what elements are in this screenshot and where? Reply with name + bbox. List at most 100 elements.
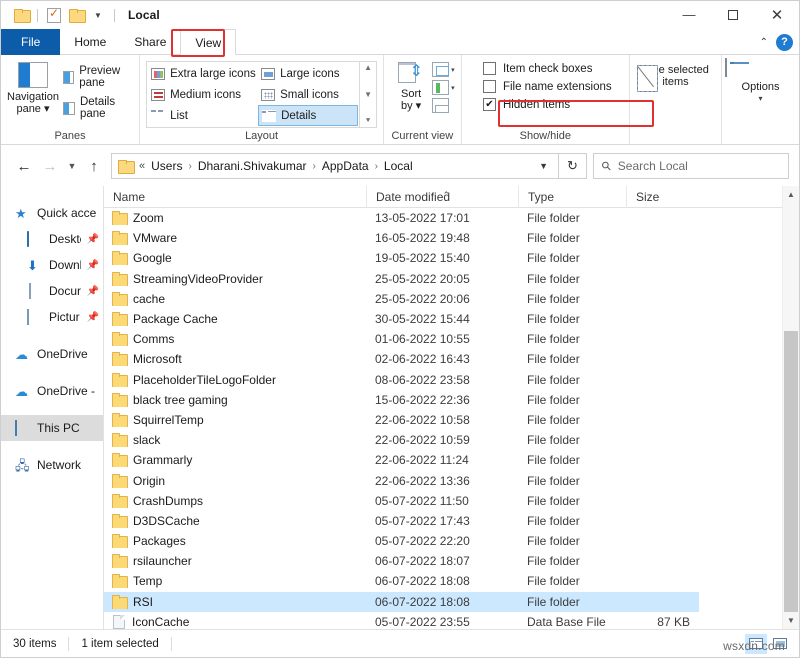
gallery-expand-icon[interactable]: ⯆ bbox=[365, 117, 371, 125]
gallery-scroll-down-icon[interactable]: ▼ bbox=[364, 90, 372, 99]
thumbnails-view-button[interactable] bbox=[769, 634, 791, 654]
pin-icon[interactable]: 📌 bbox=[87, 234, 103, 245]
size-all-columns-button[interactable] bbox=[432, 98, 455, 113]
table-row[interactable]: Comms 01-06-2022 10:55 File folder bbox=[104, 329, 699, 349]
qat-folder-icon[interactable] bbox=[10, 4, 32, 26]
options-button[interactable]: Options ▾ bbox=[724, 58, 797, 103]
navigation-pane-button[interactable]: Navigation pane ▾ bbox=[7, 59, 59, 115]
table-row[interactable]: PlaceholderTileLogoFolder 08-06-2022 23:5… bbox=[104, 370, 699, 390]
scroll-down-icon[interactable]: ▼ bbox=[783, 612, 799, 629]
table-row[interactable]: Origin 22-06-2022 13:36 File folder bbox=[104, 470, 699, 490]
sidebar-item-pictures[interactable]: Pictur 📌 bbox=[1, 304, 103, 330]
column-header-date-modified[interactable]: ⌃ Date modified bbox=[366, 185, 518, 208]
up-arrow-icon[interactable]: ↑ bbox=[81, 153, 107, 179]
item-check-boxes-checkbox[interactable] bbox=[482, 62, 496, 75]
table-row[interactable]: IconCache 05-07-2022 23:55 Data Base File 8… bbox=[104, 612, 699, 629]
breadcrumb-prefix[interactable]: « bbox=[139, 160, 145, 172]
column-header-name[interactable]: Name bbox=[104, 186, 366, 208]
scroll-up-icon[interactable]: ▲ bbox=[783, 186, 799, 203]
table-row[interactable]: Temp 06-07-2022 18:08 File folder bbox=[104, 571, 699, 591]
collapse-ribbon-icon[interactable]: ⌃ bbox=[760, 37, 768, 48]
table-row[interactable]: VMware 16-05-2022 19:48 File folder bbox=[104, 228, 699, 248]
breadcrumb-item-local[interactable]: Local bbox=[384, 159, 413, 173]
navigation-pane-chevron-down-icon[interactable]: ▾ bbox=[44, 103, 50, 115]
file-name-extensions-checkbox[interactable] bbox=[482, 80, 496, 93]
sidebar-item-onedrive-business[interactable]: ☁ OneDrive - bbox=[1, 378, 103, 404]
table-row[interactable]: StreamingVideoProvider 25-05-2022 20:05 Fi… bbox=[104, 269, 699, 289]
hidden-items-row[interactable]: Hidden items bbox=[482, 98, 612, 111]
table-row[interactable]: black tree gaming 15-06-2022 22:36 File fo… bbox=[104, 390, 699, 410]
table-row[interactable]: cache 25-05-2022 20:06 File folder bbox=[104, 289, 699, 309]
hide-selected-items-button[interactable]: Hide selected items bbox=[633, 64, 719, 92]
minimize-icon[interactable]: — bbox=[667, 1, 711, 29]
table-row[interactable]: rsilauncher 06-07-2022 18:07 File folder bbox=[104, 551, 699, 571]
sidebar-item-onedrive[interactable]: ☁ OneDrive bbox=[1, 341, 103, 367]
pin-icon[interactable]: 📌 bbox=[87, 260, 103, 271]
breadcrumb-item-user[interactable]: Dharani.Shivakumar bbox=[198, 159, 307, 173]
breadcrumb-item-appdata[interactable]: AppData bbox=[322, 159, 369, 173]
breadcrumb[interactable]: « Users › Dharani.Shivakumar › AppData ›… bbox=[111, 153, 559, 179]
layout-list[interactable]: List bbox=[148, 105, 258, 126]
item-check-boxes-row[interactable]: Item check boxes bbox=[482, 62, 612, 75]
refresh-icon[interactable]: ↻ bbox=[559, 153, 587, 179]
add-columns-button[interactable]: ▾ bbox=[432, 62, 455, 77]
details-view-button[interactable] bbox=[745, 633, 767, 654]
recent-locations-chevron-down-icon[interactable]: ▼ bbox=[63, 153, 81, 179]
add-columns-chevron-down-icon[interactable]: ▾ bbox=[451, 66, 455, 74]
layout-large-icons[interactable]: Large icons bbox=[258, 63, 358, 84]
layout-gallery-scroll[interactable]: ▲ ▼ ⯆ bbox=[359, 62, 376, 127]
table-row[interactable]: Microsoft 02-06-2022 16:43 File folder bbox=[104, 349, 699, 369]
layout-details[interactable]: Details bbox=[258, 105, 359, 126]
group-by-chevron-down-icon[interactable]: ▾ bbox=[451, 84, 455, 92]
table-row[interactable]: CrashDumps 05-07-2022 11:50 File folder bbox=[104, 491, 699, 511]
tab-view[interactable]: View bbox=[180, 29, 237, 55]
pin-icon[interactable]: 📌 bbox=[87, 312, 103, 323]
options-chevron-down-icon[interactable]: ▾ bbox=[725, 94, 797, 103]
table-row[interactable]: Google 19-05-2022 15:40 File folder bbox=[104, 248, 699, 268]
preview-pane-button[interactable]: Preview pane bbox=[62, 65, 133, 89]
table-row[interactable]: D3DSCache 05-07-2022 17:43 File folder bbox=[104, 511, 699, 531]
back-arrow-icon[interactable]: ← bbox=[11, 153, 37, 179]
breadcrumb-item-users[interactable]: Users bbox=[151, 159, 182, 173]
details-pane-button[interactable]: Details pane bbox=[62, 96, 133, 120]
table-row[interactable]: slack 22-06-2022 10:59 File folder bbox=[104, 430, 699, 450]
sidebar-item-documents[interactable]: Docur 📌 bbox=[1, 278, 103, 304]
qat-customize-chevron-down-icon[interactable]: ▼ bbox=[87, 4, 109, 26]
table-row[interactable]: Packages 05-07-2022 22:20 File folder bbox=[104, 531, 699, 551]
hidden-items-checkbox[interactable] bbox=[482, 98, 496, 111]
address-dropdown-chevron-down-icon[interactable]: ▼ bbox=[533, 161, 554, 171]
tab-share[interactable]: Share bbox=[120, 29, 180, 55]
layout-medium-icons[interactable]: Medium icons bbox=[148, 84, 258, 105]
sidebar-item-downloads[interactable]: ⬇ Downl 📌 bbox=[1, 252, 103, 278]
layout-extra-large-icons[interactable]: Extra large icons bbox=[148, 63, 258, 84]
table-row[interactable]: Grammarly 22-06-2022 11:24 File folder bbox=[104, 450, 699, 470]
gallery-scroll-up-icon[interactable]: ▲ bbox=[364, 64, 372, 72]
search-input[interactable]: Search Local bbox=[618, 159, 688, 173]
sidebar-item-desktop[interactable]: Desktc 📌 bbox=[1, 226, 103, 252]
table-row[interactable]: Package Cache 30-05-2022 15:44 File folder bbox=[104, 309, 699, 329]
search-box[interactable]: ⚲ Search Local bbox=[593, 153, 789, 179]
maximize-icon[interactable] bbox=[711, 1, 755, 29]
table-row[interactable]: RSI 06-07-2022 18:08 File folder bbox=[104, 591, 699, 612]
forward-arrow-icon[interactable]: → bbox=[37, 153, 63, 179]
column-header-type[interactable]: Type bbox=[518, 185, 626, 208]
pin-icon[interactable]: 📌 bbox=[87, 286, 103, 297]
sort-by-button[interactable]: ⇕ Sort by ▾ bbox=[390, 59, 432, 112]
qat-properties-icon[interactable] bbox=[43, 4, 65, 26]
sidebar-item-this-pc[interactable]: This PC bbox=[1, 415, 103, 441]
tab-file[interactable]: File bbox=[1, 29, 61, 55]
help-icon[interactable]: ? bbox=[776, 33, 793, 51]
file-name-extensions-row[interactable]: File name extensions bbox=[482, 80, 612, 93]
table-row[interactable]: Zoom 13-05-2022 17:01 File folder bbox=[104, 208, 699, 228]
qat-new-folder-icon[interactable] bbox=[65, 4, 87, 26]
sidebar-item-quick-access[interactable]: ★ Quick acce bbox=[1, 200, 103, 226]
column-header-size[interactable]: Size bbox=[626, 185, 698, 208]
layout-small-icons[interactable]: Small icons bbox=[258, 84, 358, 105]
scrollbar-thumb[interactable] bbox=[784, 331, 798, 612]
close-icon[interactable]: ✕ bbox=[755, 1, 799, 29]
vertical-scrollbar[interactable]: ▲ ▼ bbox=[782, 186, 799, 629]
sidebar-item-network[interactable]: 🖧 Network bbox=[1, 452, 103, 478]
table-row[interactable]: SquirrelTemp 22-06-2022 10:58 File folder bbox=[104, 410, 699, 430]
group-by-button[interactable]: ▾ bbox=[432, 80, 455, 95]
sort-by-chevron-down-icon[interactable]: ▾ bbox=[416, 100, 422, 112]
